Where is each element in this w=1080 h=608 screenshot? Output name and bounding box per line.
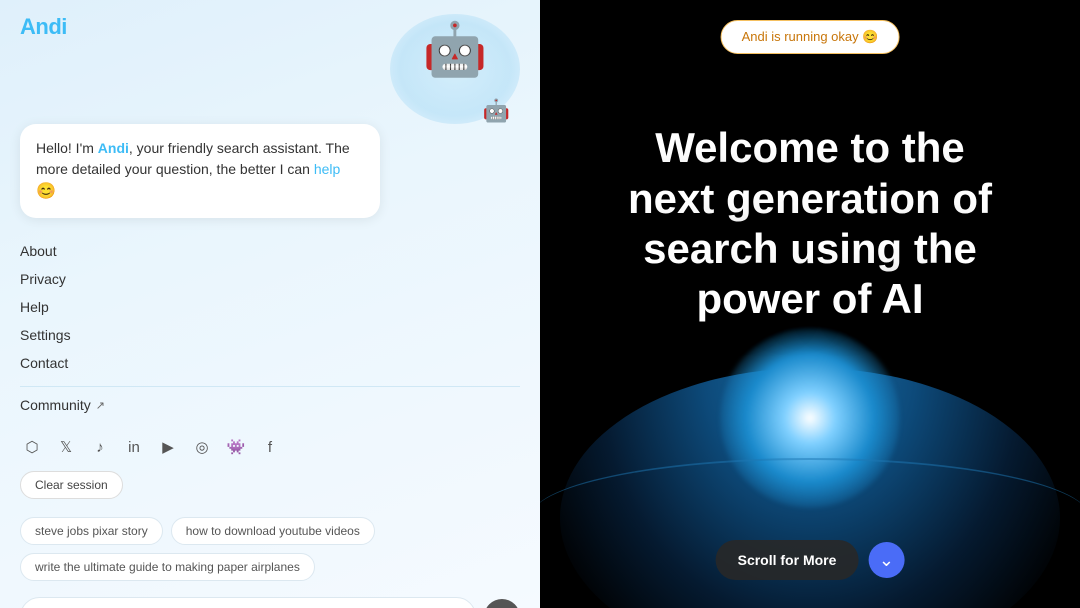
main-heading: Welcome to the next generation of search…: [628, 123, 992, 325]
chip-1[interactable]: steve jobs pixar story: [20, 517, 163, 545]
scroll-button-wrap: Scroll for More ⌄: [716, 540, 905, 580]
chat-brand: Andi: [98, 140, 129, 156]
chat-area: Hello! I'm Andi, your friendly search as…: [0, 124, 540, 228]
send-button[interactable]: ➤: [484, 599, 520, 608]
chip-2[interactable]: how to download youtube videos: [171, 517, 375, 545]
twitter-icon[interactable]: 𝕏: [54, 435, 78, 459]
app-logo: Andi: [20, 14, 67, 40]
clear-session-button[interactable]: Clear session: [20, 471, 123, 499]
facebook-icon[interactable]: f: [258, 435, 282, 459]
linkedin-icon[interactable]: in: [122, 435, 146, 459]
reddit-icon[interactable]: 👾: [224, 435, 248, 459]
heading-line1: Welcome to the: [655, 124, 965, 171]
nav-settings[interactable]: Settings: [20, 322, 520, 348]
chat-prefix: Hello! I'm: [36, 140, 98, 156]
nav-links: About Privacy Help Settings Contact Comm…: [0, 228, 540, 423]
suggestion-chips: steve jobs pixar story how to download y…: [0, 511, 540, 587]
discord-icon[interactable]: ⬡: [20, 435, 44, 459]
search-input-wrap: ⚡: [20, 597, 476, 608]
external-link-icon: ↗: [96, 399, 105, 412]
status-text: Andi is running okay 😊: [742, 29, 879, 45]
chat-bubble: Hello! I'm Andi, your friendly search as…: [20, 124, 380, 218]
chip-3[interactable]: write the ultimate guide to making paper…: [20, 553, 315, 581]
instagram-icon[interactable]: ◎: [190, 435, 214, 459]
tiktok-icon[interactable]: ♪: [88, 435, 112, 459]
heading-line2: next generation of: [628, 175, 992, 222]
status-badge: Andi is running okay 😊: [721, 20, 900, 54]
youtube-icon[interactable]: ▶: [156, 435, 180, 459]
scroll-for-more-button[interactable]: Scroll for More: [716, 540, 859, 580]
heading-line4: power of AI: [696, 275, 923, 322]
chevron-down-icon: ⌄: [879, 550, 894, 571]
social-links: ⬡ 𝕏 ♪ in ▶ ◎ 👾 f: [0, 423, 540, 471]
nav-contact[interactable]: Contact: [20, 350, 520, 376]
chat-emoji: 😊: [36, 183, 56, 200]
right-panel: Andi is running okay 😊 Welcome to the ne…: [540, 0, 1080, 608]
robot-icon: 🤖: [423, 24, 488, 76]
left-panel: Andi 🤖 🤖 Hello! I'm Andi, your friendly …: [0, 0, 540, 608]
input-area: ⚡ ➤: [0, 587, 540, 608]
nav-about[interactable]: About: [20, 238, 520, 264]
robot-illustration: 🤖 🤖: [390, 14, 520, 124]
nav-privacy[interactable]: Privacy: [20, 266, 520, 292]
scroll-down-button[interactable]: ⌄: [868, 542, 904, 578]
small-robot-icon: 🤖: [483, 98, 510, 124]
nav-help[interactable]: Help: [20, 294, 520, 320]
community-label: Community: [20, 397, 91, 413]
heading-line3: search using the: [643, 225, 977, 272]
chat-help-link[interactable]: help: [314, 161, 340, 177]
community-link[interactable]: Community ↗: [20, 397, 520, 413]
nav-divider: [20, 386, 520, 387]
